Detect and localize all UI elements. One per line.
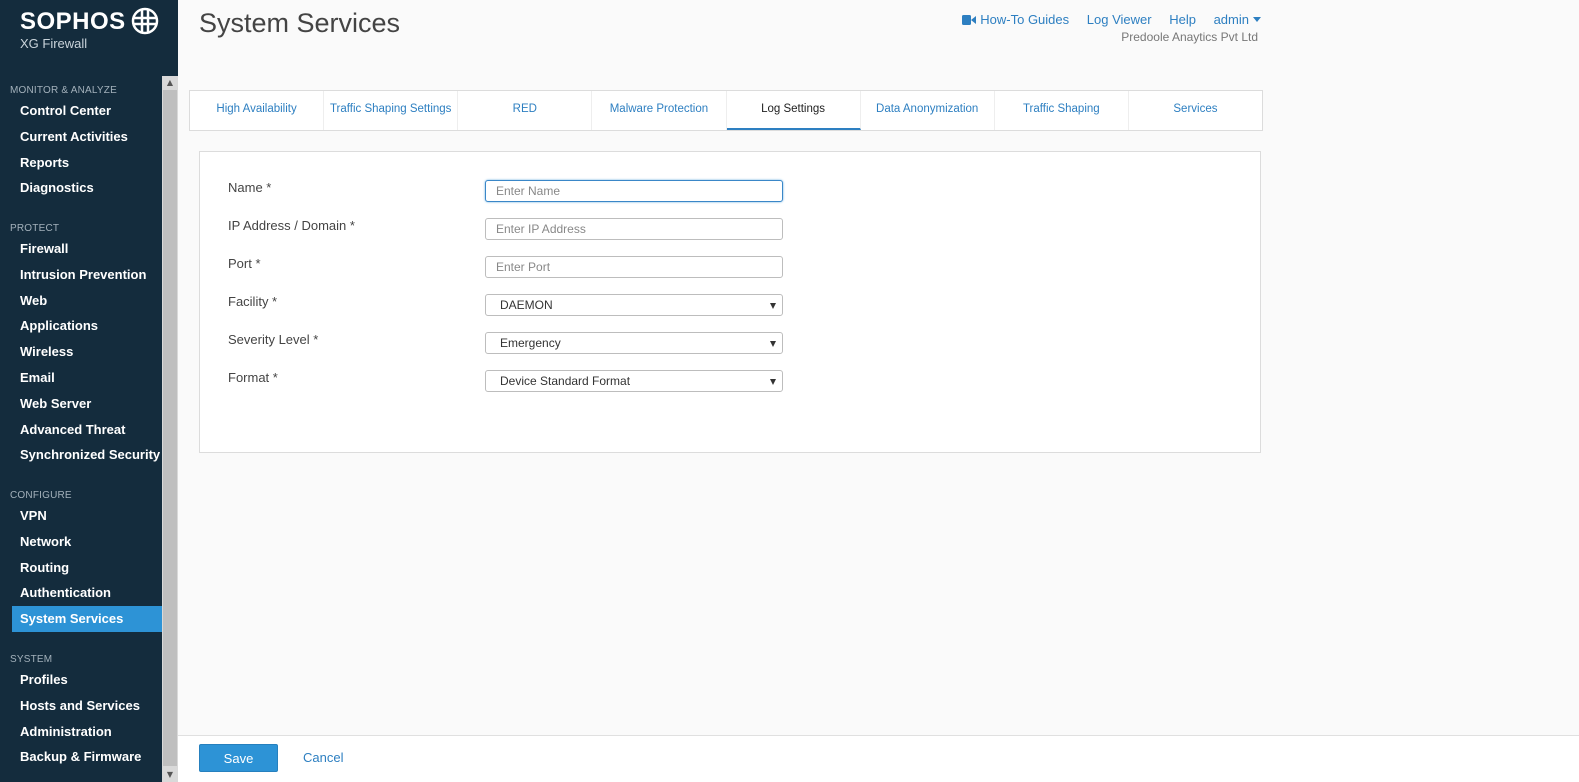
globe-icon	[131, 7, 159, 35]
caret-down-icon	[770, 341, 776, 347]
video-camera-icon	[962, 15, 977, 25]
name-label: Name *	[228, 180, 272, 195]
tab-traffic-shaping[interactable]: Traffic Shaping	[995, 91, 1129, 130]
port-input[interactable]	[485, 256, 783, 278]
sidebar-item-web-server[interactable]: Web Server	[12, 391, 162, 417]
sidebar-item-applications[interactable]: Applications	[12, 313, 162, 339]
sidebar-item-network[interactable]: Network	[12, 529, 162, 555]
facility-value: DAEMON	[500, 298, 553, 312]
sidebar-item-current-activities[interactable]: Current Activities	[12, 124, 162, 150]
caret-down-icon	[770, 303, 776, 309]
page-title: System Services	[199, 8, 401, 38]
sidebar-section-monitor-analyze: MONITOR & ANALYZE	[10, 85, 117, 96]
sidebar: SOPHOS XG Firewall MONITOR & ANALYZE Cont…	[0, 0, 178, 782]
how-to-guides-link[interactable]: How-To Guides	[962, 12, 1069, 27]
how-to-guides-label: How-To Guides	[980, 12, 1070, 27]
sidebar-item-system-services[interactable]: System Services	[12, 606, 162, 633]
sidebar-section-system: SYSTEM	[10, 654, 53, 665]
format-select[interactable]: Device Standard Format	[485, 370, 783, 392]
admin-label: admin	[1213, 12, 1249, 27]
tab-log-settings[interactable]: Log Settings	[726, 91, 861, 130]
name-input[interactable]	[485, 180, 783, 202]
tab-bar: High Availability Traffic Shaping Setting…	[189, 90, 1263, 131]
top-links: How-To Guides Log Viewer Help admin	[948, 12, 1261, 27]
tab-services[interactable]: Services	[1129, 91, 1262, 130]
sidebar-item-synchronized-security[interactable]: Synchronized Security	[12, 442, 162, 468]
sidebar-item-administration[interactable]: Administration	[12, 719, 162, 745]
ip-address-input[interactable]	[485, 218, 783, 240]
ip-label: IP Address / Domain *	[228, 218, 355, 233]
admin-menu[interactable]: admin	[1214, 12, 1261, 27]
brand-name: SOPHOS	[20, 8, 126, 35]
sidebar-item-profiles[interactable]: Profiles	[12, 667, 162, 693]
sidebar-item-wireless[interactable]: Wireless	[12, 339, 162, 365]
tab-high-availability[interactable]: High Availability	[190, 91, 325, 130]
sophos-logo[interactable]: SOPHOS XG Firewall	[0, 0, 178, 76]
sidebar-nav: MONITOR & ANALYZE Control Center Current A…	[0, 76, 162, 782]
product-name: XG Firewall	[20, 36, 88, 51]
sidebar-item-email[interactable]: Email	[12, 365, 162, 391]
log-settings-form: Name * IP Address / Domain * Port * Faci…	[199, 151, 1261, 453]
sidebar-item-vpn[interactable]: VPN	[12, 503, 162, 529]
sidebar-item-intrusion-prevention[interactable]: Intrusion Prevention	[12, 262, 162, 288]
port-label: Port *	[228, 256, 261, 271]
sidebar-item-control-center[interactable]: Control Center	[12, 98, 162, 124]
tab-traffic-shaping-settings[interactable]: Traffic Shaping Settings	[324, 91, 459, 130]
sidebar-item-authentication[interactable]: Authentication	[12, 580, 162, 606]
severity-label: Severity Level *	[228, 332, 319, 347]
scroll-thumb[interactable]	[163, 90, 177, 766]
sidebar-item-hosts-and-services[interactable]: Hosts and Services	[12, 693, 162, 719]
scroll-down-icon[interactable]: ▼	[162, 768, 178, 782]
tab-malware-protection[interactable]: Malware Protection	[592, 91, 727, 130]
cancel-link[interactable]: Cancel	[303, 750, 343, 765]
sidebar-scrollbar[interactable]: ▲ ▼	[162, 76, 178, 782]
sidebar-item-web[interactable]: Web	[12, 288, 162, 314]
facility-label: Facility *	[228, 294, 278, 309]
log-viewer-link[interactable]: Log Viewer	[1087, 12, 1152, 27]
sidebar-section-configure: CONFIGURE	[10, 490, 72, 501]
format-value: Device Standard Format	[500, 374, 631, 388]
tab-data-anonymization[interactable]: Data Anonymization	[861, 91, 995, 130]
facility-select[interactable]: DAEMON	[485, 294, 783, 316]
scroll-up-icon[interactable]: ▲	[162, 76, 178, 90]
sidebar-item-reports[interactable]: Reports	[12, 150, 162, 176]
sidebar-item-routing[interactable]: Routing	[12, 555, 162, 581]
footer-bar: Save Cancel	[178, 735, 1579, 782]
help-link[interactable]: Help	[1169, 12, 1196, 27]
format-label: Format *	[228, 370, 278, 385]
tab-red[interactable]: RED	[458, 91, 593, 130]
sidebar-section-protect: PROTECT	[10, 223, 60, 234]
caret-down-icon	[1253, 17, 1261, 22]
save-button[interactable]: Save	[199, 744, 278, 772]
sidebar-item-advanced-threat[interactable]: Advanced Threat	[12, 417, 162, 443]
severity-value: Emergency	[500, 336, 561, 350]
caret-down-icon	[770, 379, 776, 385]
severity-select[interactable]: Emergency	[485, 332, 783, 354]
sidebar-item-backup-firmware[interactable]: Backup & Firmware	[12, 744, 162, 770]
company-name: Predoole Anaytics Pvt Ltd	[1121, 30, 1258, 44]
sidebar-item-diagnostics[interactable]: Diagnostics	[12, 175, 162, 201]
sidebar-item-firewall[interactable]: Firewall	[12, 236, 162, 262]
